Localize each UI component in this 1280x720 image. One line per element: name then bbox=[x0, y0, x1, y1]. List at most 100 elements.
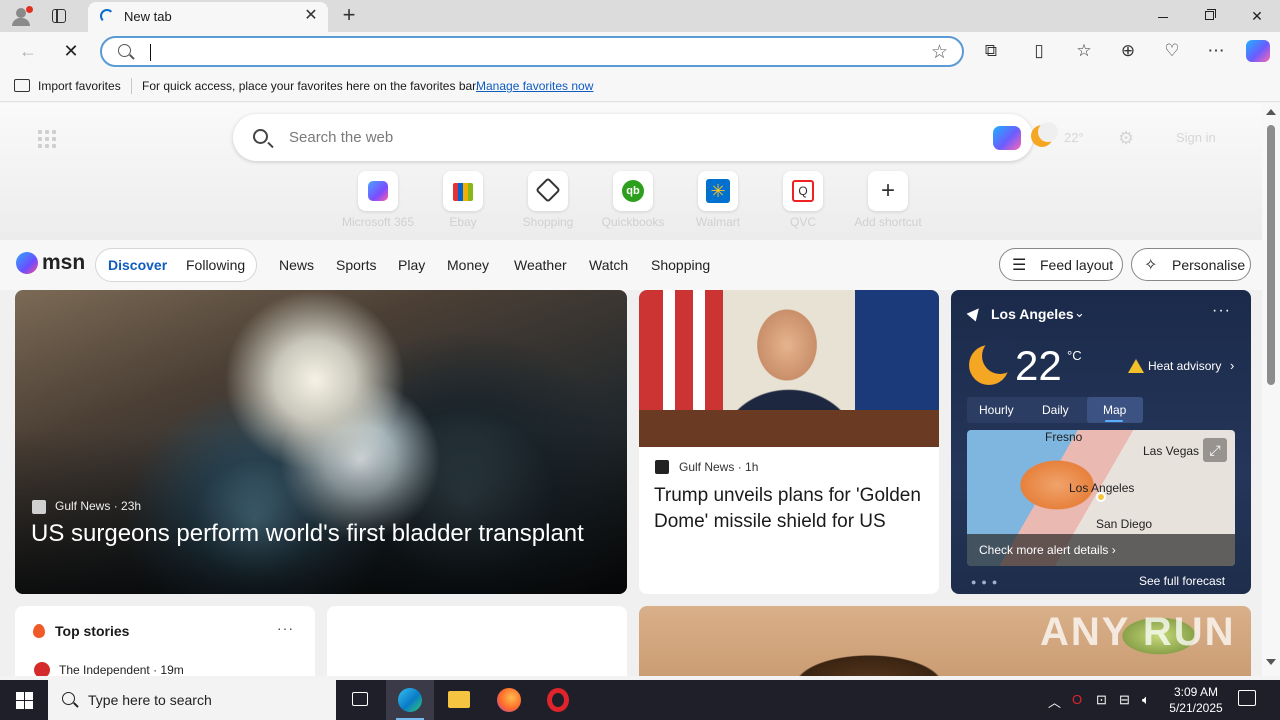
device-tray-icon[interactable]: ⊡ bbox=[1096, 692, 1107, 708]
nav-news[interactable]: News bbox=[279, 257, 314, 273]
tab-discover[interactable]: Discover bbox=[108, 257, 167, 273]
favorites-bar-hint: For quick access, place your favorites h… bbox=[142, 79, 479, 93]
taskbar-clock[interactable]: 3:09 AM 5/21/2025 bbox=[1164, 684, 1228, 716]
shortcut-walmart[interactable]: ✳ Walmart bbox=[673, 171, 763, 231]
opera-icon[interactable] bbox=[534, 680, 582, 720]
nav-play[interactable]: Play bbox=[398, 257, 425, 273]
favorites-icon[interactable]: ☆ bbox=[1073, 40, 1095, 62]
sparkle-icon: ✧ bbox=[1144, 257, 1158, 274]
feed-layout-button[interactable]: ☰ Feed layout bbox=[999, 248, 1123, 281]
file-explorer-icon[interactable] bbox=[435, 680, 483, 720]
clock-date: 5/21/2025 bbox=[1169, 701, 1223, 715]
see-full-forecast-link[interactable]: See full forecast bbox=[1139, 574, 1225, 588]
story-headline[interactable]: US surgeons perform world's first bladde… bbox=[31, 520, 584, 548]
edge-taskbar-icon[interactable] bbox=[386, 680, 434, 720]
start-button[interactable] bbox=[0, 680, 48, 720]
scroll-down-icon[interactable] bbox=[1266, 659, 1276, 665]
settings-more-icon[interactable]: ⋯ bbox=[1205, 40, 1227, 62]
minimize-button[interactable] bbox=[1140, 0, 1186, 32]
search-icon bbox=[62, 692, 75, 705]
story-headline[interactable]: Trump unveils plans for 'Golden Dome' mi… bbox=[654, 483, 929, 535]
top-stories-card: Top stories ··· The Independent · 19m bbox=[15, 606, 315, 676]
add-shortcut-button[interactable]: + Add shortcut bbox=[843, 171, 933, 231]
nav-weather[interactable]: Weather bbox=[514, 257, 567, 273]
weather-map[interactable]: Fresno Las Vegas Los Angeles San Diego ⤢… bbox=[967, 430, 1235, 566]
new-tab-page: Search the web 22° ⚙ Sign in Microsoft 3… bbox=[0, 103, 1262, 676]
weather-moon-icon[interactable] bbox=[1031, 122, 1058, 147]
stop-loading-button[interactable]: ✕ bbox=[60, 40, 82, 62]
copilot-icon[interactable] bbox=[1246, 40, 1270, 62]
task-view-icon[interactable] bbox=[336, 680, 384, 720]
carousel-dots[interactable]: ●●● bbox=[971, 577, 1002, 587]
avatar-head bbox=[16, 8, 26, 18]
app-launcher-icon[interactable] bbox=[38, 130, 56, 148]
tab-hourly[interactable]: Hourly bbox=[979, 403, 1014, 417]
chevron-down-icon[interactable]: ⌄ bbox=[1074, 305, 1085, 321]
shortcut-quickbooks[interactable]: qb Quickbooks bbox=[588, 171, 678, 231]
sign-in-button[interactable]: Sign in bbox=[1176, 130, 1216, 145]
nav-money[interactable]: Money bbox=[447, 257, 489, 273]
shortcut-ebay[interactable]: Ebay bbox=[418, 171, 508, 231]
tab-daily[interactable]: Daily bbox=[1042, 403, 1069, 417]
weather-card[interactable]: Los Angeles ⌄ ··· 22 °C Heat advisory › … bbox=[951, 290, 1251, 594]
personalise-button[interactable]: ✧ Personalise bbox=[1131, 248, 1251, 281]
page-settings-gear-icon[interactable]: ⚙ bbox=[1118, 128, 1134, 149]
location-arrow-icon bbox=[966, 304, 984, 322]
sliders-icon: ☰ bbox=[1012, 257, 1027, 274]
close-tab-icon[interactable]: ✕ bbox=[302, 7, 320, 25]
active-tab[interactable]: New tab ✕ bbox=[88, 2, 328, 32]
nav-sports[interactable]: Sports bbox=[336, 257, 376, 273]
weather-location[interactable]: Los Angeles bbox=[991, 306, 1074, 322]
header-weather-temp[interactable]: 22° bbox=[1064, 130, 1084, 145]
weather-tabs: Hourly Daily Map bbox=[967, 397, 1143, 423]
firefox-icon[interactable] bbox=[485, 680, 533, 720]
temperature-unit[interactable]: °C bbox=[1067, 348, 1082, 363]
page-scrollbar[interactable] bbox=[1262, 103, 1280, 676]
copilot-search-icon[interactable] bbox=[993, 126, 1021, 150]
more-options-icon[interactable]: ··· bbox=[277, 620, 294, 636]
notification-center-icon[interactable] bbox=[1238, 690, 1256, 706]
alert-details-link[interactable]: Check more alert details › bbox=[979, 543, 1116, 557]
hero-story-card[interactable]: Gulf News · 23h US surgeons perform worl… bbox=[15, 290, 627, 594]
expand-map-icon[interactable]: ⤢ bbox=[1203, 438, 1227, 462]
story-card[interactable]: Gulf News · 1h Trump unveils plans for '… bbox=[639, 290, 939, 594]
shortcut-shopping[interactable]: Shopping bbox=[503, 171, 593, 231]
nav-watch[interactable]: Watch bbox=[589, 257, 628, 273]
split-screen-icon[interactable]: ▯ bbox=[1028, 40, 1050, 62]
scroll-up-icon[interactable] bbox=[1266, 109, 1276, 115]
tab-map[interactable]: Map bbox=[1103, 403, 1126, 417]
import-favorites-icon[interactable] bbox=[14, 79, 30, 92]
new-tab-button[interactable]: + bbox=[338, 4, 360, 26]
manage-favorites-link[interactable]: Manage favorites now bbox=[476, 79, 593, 93]
profile-avatar-icon[interactable] bbox=[8, 4, 34, 28]
close-window-button[interactable]: ✕ bbox=[1234, 0, 1280, 32]
tab-strip: New tab ✕ + ✕ bbox=[0, 0, 1280, 32]
extensions-icon[interactable]: ⧉ bbox=[980, 40, 1002, 62]
tab-actions-icon[interactable] bbox=[50, 8, 68, 24]
browser-essentials-icon[interactable]: ♡ bbox=[1161, 40, 1183, 62]
favorite-star-icon[interactable]: ☆ bbox=[931, 41, 948, 64]
shortcut-microsoft-365[interactable]: Microsoft 365 bbox=[333, 171, 423, 231]
nav-shopping[interactable]: Shopping bbox=[651, 257, 710, 273]
shortcut-qvc[interactable]: Q QVC bbox=[758, 171, 848, 231]
search-placeholder: Search the web bbox=[289, 129, 394, 146]
network-icon[interactable]: ⊟ bbox=[1119, 692, 1130, 708]
more-options-icon[interactable]: ··· bbox=[1212, 302, 1231, 320]
address-bar[interactable]: ☆ bbox=[100, 36, 964, 67]
source-logo-icon bbox=[32, 500, 46, 514]
web-search-box[interactable]: Search the web bbox=[233, 114, 1033, 161]
volume-icon[interactable]: 🔈︎ bbox=[1142, 692, 1150, 708]
opera-tray-icon[interactable]: O bbox=[1072, 692, 1082, 707]
location-pin-icon bbox=[1096, 492, 1106, 502]
heat-advisory-link[interactable]: Heat advisory bbox=[1148, 359, 1221, 373]
restore-button[interactable] bbox=[1186, 0, 1232, 32]
show-hidden-icons[interactable]: ︿ bbox=[1048, 692, 1061, 711]
import-favorites-button[interactable]: Import favorites bbox=[38, 79, 121, 93]
collections-icon[interactable]: ⊕ bbox=[1117, 40, 1139, 62]
back-button[interactable]: ← bbox=[17, 40, 39, 62]
tab-following[interactable]: Following bbox=[186, 257, 245, 273]
taskbar-search[interactable]: Type here to search bbox=[48, 680, 336, 720]
walmart-icon: ✳ bbox=[698, 171, 738, 211]
quickbooks-icon: qb bbox=[613, 171, 653, 211]
scroll-thumb[interactable] bbox=[1267, 125, 1275, 385]
